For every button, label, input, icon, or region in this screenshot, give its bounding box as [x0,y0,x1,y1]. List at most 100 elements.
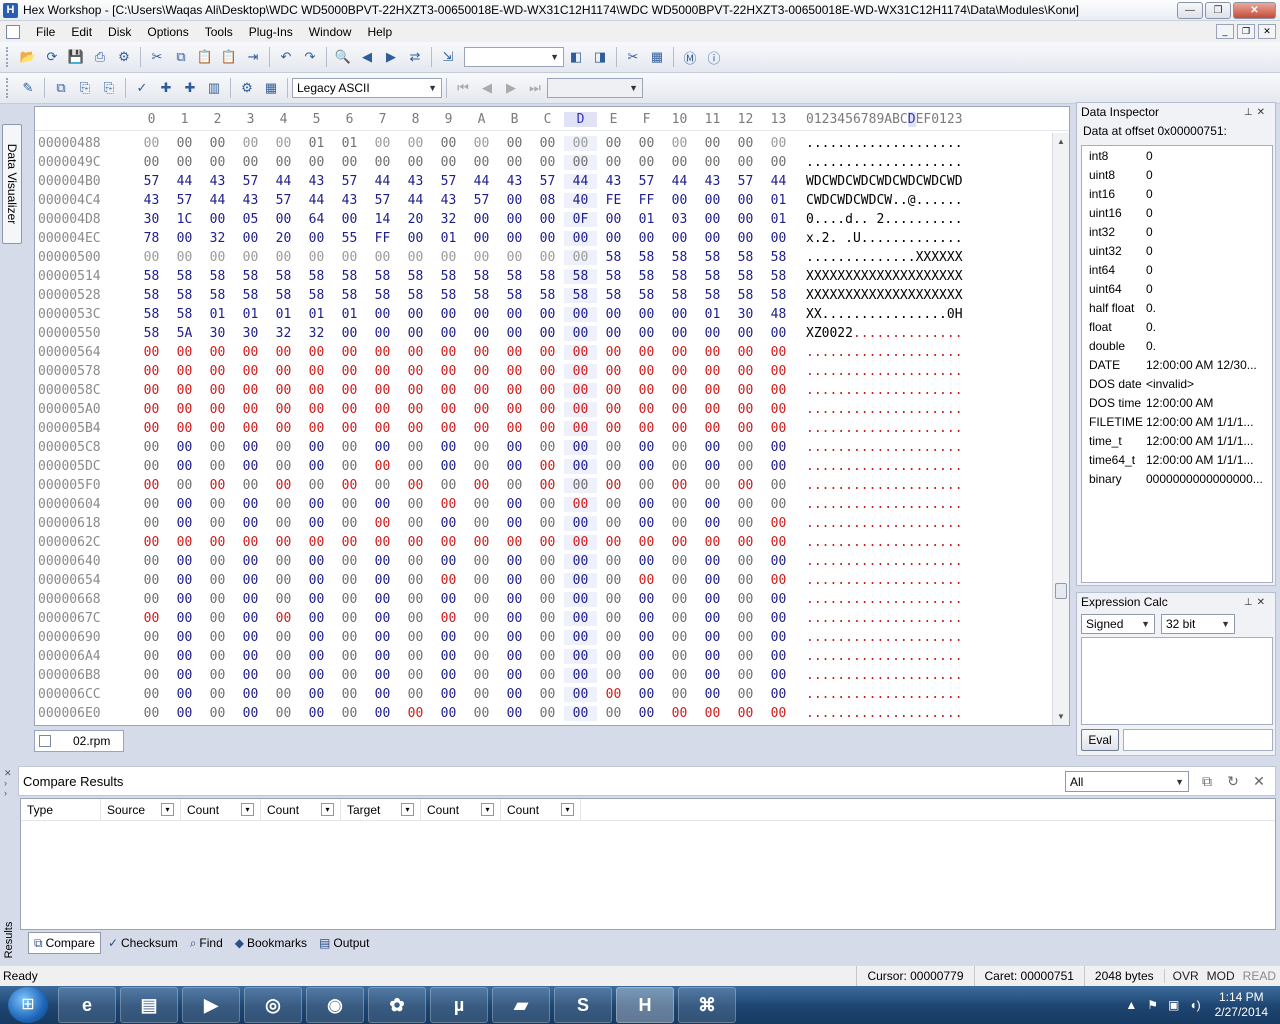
hex-byte[interactable]: 00 [762,231,795,246]
hex-byte[interactable]: 00 [234,478,267,493]
hex-byte[interactable]: 00 [300,554,333,569]
hex-byte[interactable]: 00 [531,497,564,512]
hex-row[interactable]: 00000604 00 00 00 00 00 00 00 00 00 00 00 00 00 00 00 00… [35,496,1053,515]
hex-byte[interactable]: 00 [465,307,498,322]
hex-byte[interactable]: 00 [630,630,663,645]
hex-byte[interactable]: 00 [168,516,201,531]
hex-byte[interactable]: 00 [663,668,696,683]
hex-byte[interactable]: 00 [597,573,630,588]
hex-byte[interactable]: 58 [399,288,432,303]
hex-byte[interactable]: 00 [630,459,663,474]
hex-byte[interactable]: 00 [630,231,663,246]
hex-byte[interactable]: 00 [366,687,399,702]
hex-row[interactable]: 00000528 58 58 58 58 58 58 58 58 58 58 58 58 58 58 58 58… [35,287,1053,306]
inspector-row[interactable]: half float 0. [1082,298,1272,317]
hex-byte[interactable]: 00 [630,402,663,417]
hex-byte[interactable]: 00 [531,383,564,398]
hex-byte[interactable]: 00 [267,668,300,683]
hex-byte[interactable]: 48 [762,307,795,322]
hex-byte[interactable]: 00 [663,231,696,246]
hex-editor[interactable]: 0123456789ABCDEF0123 0 1 2 3 4 5 6 7 8 9 A B C D E F 10 1… [34,106,1070,726]
hex-byte[interactable]: 00 [729,421,762,436]
hex-byte[interactable]: 00 [201,402,234,417]
hex-byte[interactable]: 00 [465,554,498,569]
hex-byte[interactable]: 00 [729,687,762,702]
hex-byte[interactable]: 00 [663,630,696,645]
hex-byte[interactable]: 00 [267,611,300,626]
hex-byte[interactable]: 00 [597,212,630,227]
hex-byte[interactable]: 00 [498,573,531,588]
hex-byte[interactable]: 00 [300,592,333,607]
ascii-text[interactable]: .................... [806,668,963,683]
tab-output[interactable]: ▤ Output [314,932,374,954]
hex-byte[interactable]: 00 [168,402,201,417]
hex-byte[interactable]: 44 [168,174,201,189]
mdi-restore-button[interactable]: ❐ [1237,24,1255,39]
hex-byte[interactable]: 00 [135,421,168,436]
hex-byte[interactable]: 00 [663,554,696,569]
column-header-count[interactable]: Count ▾ [421,799,501,820]
ascii-text[interactable]: CWDCWDCWDCW..@...... [806,193,963,208]
hex-byte[interactable]: 58 [630,288,663,303]
tab-find[interactable]: ⌕ Find [185,932,228,954]
ascii-text[interactable]: .................... [806,421,963,436]
tab-bookmarks[interactable]: ◆ Bookmarks [230,932,312,954]
hex-byte[interactable]: 43 [498,174,531,189]
hex-byte[interactable]: 00 [663,421,696,436]
hex-byte[interactable]: 00 [366,364,399,379]
hex-byte[interactable]: 00 [300,687,333,702]
print-icon[interactable]: ⎙ [90,47,110,67]
hex-byte[interactable]: 01 [333,307,366,322]
hex-byte[interactable]: 43 [432,193,465,208]
hex-byte[interactable]: 00 [465,592,498,607]
hex-byte[interactable]: 00 [663,193,696,208]
hex-byte[interactable]: 00 [729,516,762,531]
hex-byte[interactable]: 00 [696,459,729,474]
calculator-icon[interactable]: ▦ [261,78,281,98]
hex-byte[interactable]: 57 [267,193,300,208]
ascii-text[interactable]: .................... [806,611,963,626]
hex-byte[interactable]: 00 [399,630,432,645]
hex-byte[interactable]: 00 [597,535,630,550]
hex-byte[interactable]: 00 [564,326,597,341]
hex-byte[interactable]: 00 [399,554,432,569]
hex-byte[interactable]: 00 [267,535,300,550]
hex-byte[interactable]: 5A [168,326,201,341]
hex-byte[interactable]: 00 [564,250,597,265]
hex-byte[interactable]: 00 [630,326,663,341]
hex-byte[interactable]: 00 [465,212,498,227]
hex-byte[interactable]: 40 [564,193,597,208]
find-icon[interactable]: 🔍 [333,47,353,67]
hex-byte[interactable]: 00 [399,136,432,151]
hex-byte[interactable]: 00 [201,630,234,645]
hex-byte[interactable]: 00 [432,649,465,664]
hex-byte[interactable]: 00 [366,516,399,531]
hex-byte[interactable]: 00 [366,440,399,455]
settings-icon[interactable]: ⚙ [114,47,134,67]
hex-byte[interactable]: 00 [135,440,168,455]
hex-byte[interactable]: 00 [201,212,234,227]
copy-results-icon[interactable]: ⧉ [1197,773,1217,791]
hex-byte[interactable]: 00 [564,649,597,664]
hex-byte[interactable]: 00 [465,630,498,645]
hex-byte[interactable]: 00 [762,459,795,474]
pin-icon[interactable]: ⊥ [1244,107,1257,118]
hex-byte[interactable]: 58 [729,269,762,284]
hex-byte[interactable]: 00 [564,440,597,455]
hex-byte[interactable]: 00 [300,421,333,436]
hex-byte[interactable]: 00 [663,573,696,588]
sort-icon[interactable]: ▾ [401,803,414,816]
hex-byte[interactable]: 00 [696,440,729,455]
inspector-row[interactable]: int32 0 [1082,222,1272,241]
hex-byte[interactable]: 58 [696,250,729,265]
explorer-icon[interactable]: ▤ [120,987,178,1023]
hex-byte[interactable]: 43 [696,174,729,189]
paste-icon[interactable]: 📋 [195,47,215,67]
hex-byte[interactable]: 00 [234,573,267,588]
hex-byte[interactable]: 00 [432,402,465,417]
hex-scrollbar[interactable]: ▲ ▼ [1052,133,1069,725]
hex-byte[interactable]: 00 [696,611,729,626]
hex-byte[interactable]: 05 [234,212,267,227]
hex-byte[interactable]: 00 [597,231,630,246]
operations-icon[interactable]: ✚ [156,78,176,98]
